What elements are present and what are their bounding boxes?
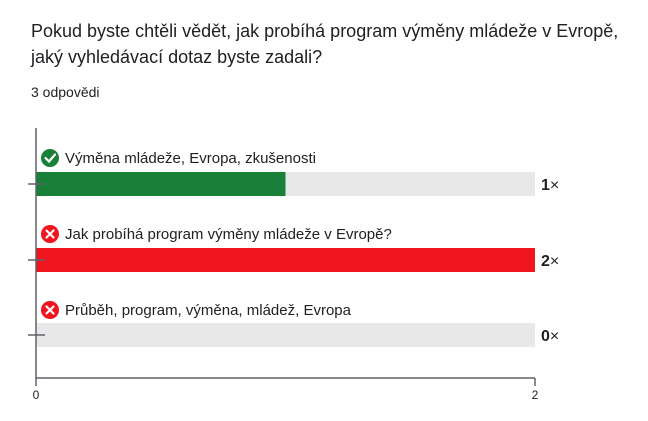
- answer-label: Jak probíhá program výměny mládeže v Evr…: [65, 226, 392, 243]
- cross-circle-icon: [41, 301, 59, 319]
- value-label: 1×: [541, 177, 559, 194]
- value-label: 2×: [541, 253, 559, 270]
- check-circle-icon: [41, 149, 59, 167]
- x-tick-label: 2: [532, 388, 539, 402]
- bar: [36, 248, 535, 272]
- value-label: 0×: [541, 328, 559, 345]
- bar-track: [36, 323, 535, 347]
- answers-bar-chart: 0 2 Výměna mládeže, Evropa, zkušenosti Jak …: [28, 128, 559, 402]
- bar: [36, 172, 286, 196]
- cross-circle-icon: [41, 225, 59, 243]
- x-tick-label: 0: [33, 388, 40, 402]
- answer-label: Průběh, program, výměna, mládež, Evropa: [65, 302, 352, 319]
- answer-label: Výměna mládeže, Evropa, zkušenosti: [65, 150, 316, 167]
